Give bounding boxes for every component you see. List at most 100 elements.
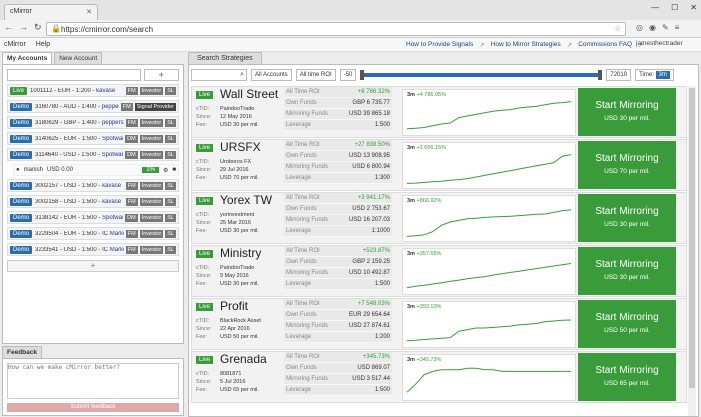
strategy-ctid[interactable]: PaindooTrade [220,105,254,113]
account-role-button[interactable]: FM [125,197,138,206]
account-role-button[interactable]: Investor [139,118,164,127]
account-row[interactable]: Demo3114640 - USD - 1:500 - SpotwareDMIn… [7,148,179,161]
account-row[interactable]: Demo3233541 - USD - 1:500 - IC MarketsFM… [7,243,179,256]
account-row[interactable]: Demo3160780 - AUD - 1:400 - pepperstoneF… [7,100,179,113]
strategy-search-input[interactable]: ⌕ [191,69,247,81]
account-row[interactable]: Demo3180629 - GBP - 1:400 - pepperstoneF… [7,116,179,129]
start-mirroring-button[interactable]: Start Mirroring USD 50 per mil. [578,300,676,348]
strategy-name[interactable]: URSFX [220,140,261,154]
account-role-button[interactable]: SL [165,118,176,127]
link-commissions-faq[interactable]: Commissions FAQ [578,41,632,49]
account-role-button[interactable]: Investor [139,245,164,254]
account-role-button[interactable]: SL [165,150,176,159]
strategy-ctid[interactable]: 8081871 [220,370,241,378]
start-mirroring-button[interactable]: Start Mirroring USD 30 per mil. [578,88,676,136]
account-role-button[interactable]: FM [125,181,138,190]
submit-feedback-button[interactable]: Submit feedback [7,403,179,412]
strategy-name[interactable]: Profit [220,299,248,313]
account-role-button[interactable]: Investor [139,134,164,143]
add-account-icon[interactable]: + [143,69,179,81]
reload-icon[interactable]: ↻ [34,22,42,33]
account-role-button[interactable]: SL [165,181,176,190]
account-role-button[interactable]: Investor [139,229,164,238]
link-provide-signals[interactable]: How to Provide Signals [406,41,473,49]
account-filter-select[interactable]: All Accounts [251,69,292,81]
account-role-button[interactable]: FM [125,118,138,127]
strategy-name[interactable]: Ministry [220,246,261,260]
feedback-tab[interactable]: Feedback [2,346,42,358]
account-role-button[interactable]: DM [125,213,138,222]
roi-range-slider[interactable] [360,70,603,80]
account-role-button[interactable]: DM [125,134,138,143]
subscription-pct-select[interactable]: 1% [142,167,159,173]
start-mirroring-button[interactable]: Start Mirroring USD 70 per mil. [578,141,676,189]
slider-handle-min[interactable] [360,70,365,80]
browser-tab[interactable]: cMirror ✕ [4,4,98,20]
account-row[interactable]: Demo 3002158 - USD - 1:500 - kavase FM Inve… [7,195,179,208]
tab-my-accounts[interactable]: My Accounts [2,52,53,64]
star-icon[interactable]: ☆ [614,24,621,33]
strategy-ctid[interactable]: PaindooTrade [220,264,254,272]
account-row[interactable]: Demo3138142 - EUR - 1:500 - SpotwareDMIn… [7,211,179,224]
maximize-icon[interactable]: ☐ [671,3,678,12]
account-role-button[interactable]: SL [165,229,176,238]
close-tab-icon[interactable]: ✕ [86,8,92,16]
since-label: Since: [196,114,212,120]
strategy-name[interactable]: Yorex TW [220,193,272,207]
extension-icon[interactable]: ◎ [636,23,643,32]
account-role-button[interactable]: FM [120,102,133,111]
account-row[interactable]: Demo3229504 - EUR - 1:500 - IC MarketsFM… [7,227,179,240]
strategy-ctid[interactable]: BlackRock Asset [220,317,261,325]
menu-item-cmirror[interactable]: cMirror [4,41,26,48]
account-role-button[interactable]: FM [125,86,138,95]
account-row[interactable]: Demo 3002157 - USD - 1:500 - kavase FM Inve… [7,179,179,192]
account-row[interactable]: Live 1001112 - EUR - 1:200 - kavase FM Inve… [7,84,179,97]
account-role-button[interactable]: Signal Provider [134,102,176,111]
account-role-button[interactable]: DM [125,150,138,159]
extension-icon[interactable]: ✎ [662,23,669,32]
settings-icon[interactable]: ⚙ [163,167,168,174]
feedback-input[interactable] [7,363,179,399]
stop-icon[interactable]: ■ [172,167,176,173]
slider-handle-max[interactable] [598,70,603,80]
strategy-name[interactable]: Grenada [220,352,267,366]
account-role-button[interactable]: SL [165,86,176,95]
minimize-icon[interactable]: — [651,3,659,12]
link-mirror-strategies[interactable]: How to Mirror Strategies [491,41,561,49]
menu-icon[interactable]: ≡ [675,23,680,32]
account-role-button[interactable]: SL [165,213,176,222]
roi-max-select[interactable]: 72010 [606,69,632,81]
account-role-button[interactable]: FM [125,245,138,254]
account-role-button[interactable]: Investor [139,150,164,159]
account-role-button[interactable]: SL [165,134,176,143]
account-role-button[interactable]: FM [125,229,138,238]
account-role-button[interactable]: Investor [139,86,164,95]
start-mirroring-button[interactable]: Start Mirroring USD 30 per mil. [578,194,676,242]
tab-search-strategies[interactable]: Search Strategies [188,52,262,64]
roi-min-select[interactable]: -50 [339,69,357,81]
time-select[interactable]: Time: 3m [635,69,674,81]
start-mirroring-button[interactable]: Start Mirroring USD 30 per mil. [578,247,676,295]
address-bar[interactable]: 🔒 https://cmirror.com/search ☆ [46,22,626,36]
accounts-search-input[interactable] [7,69,141,81]
scrollbar[interactable] [688,86,696,416]
add-account-button[interactable]: + [7,260,179,272]
account-row[interactable]: Demo3140625 - EUR - 1:500 - SpotwareDMIn… [7,132,179,145]
extension-icon[interactable]: ◉ [649,23,656,32]
menu-item-help[interactable]: Help [36,41,50,48]
close-window-icon[interactable]: ✕ [690,3,697,12]
forward-icon[interactable]: → [19,22,28,33]
account-role-button[interactable]: Investor [139,181,164,190]
start-mirroring-button[interactable]: Start Mirroring USD 65 per mil. [578,353,676,401]
account-role-button[interactable]: Investor [139,213,164,222]
account-role-button[interactable]: Investor [139,197,164,206]
strategy-ctid[interactable]: Uroboros FX [220,158,251,166]
strategy-ctid[interactable]: yorinvestment [220,211,254,219]
tab-new-account[interactable]: New Account [54,52,103,64]
back-icon[interactable]: ← [4,22,13,33]
scrollbar-thumb[interactable] [689,88,695,388]
user-name[interactable]: jamesthectrader [636,40,683,47]
strategy-name[interactable]: Wall Street [220,87,278,101]
account-role-button[interactable]: SL [165,245,176,254]
account-role-button[interactable]: SL [165,197,176,206]
